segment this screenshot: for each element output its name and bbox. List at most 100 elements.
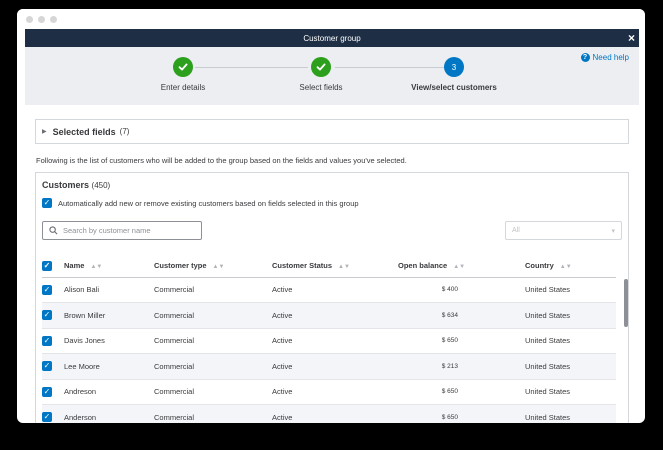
cell-balance: $ 650: [398, 379, 525, 405]
table-row[interactable]: ✓ Andreson Commercial Active $ 650 Unite…: [42, 379, 616, 405]
row-select-cell: ✓: [42, 302, 64, 329]
filters-bar: Search by customer name All ▾: [42, 221, 622, 240]
cell-type: Commercial: [154, 404, 272, 423]
table-row[interactable]: ✓ Davis Jones Commercial Active $ 650 Un…: [42, 328, 616, 354]
step-label: View/select customers: [411, 83, 497, 92]
search-input[interactable]: Search by customer name: [42, 221, 202, 240]
row-checkbox[interactable]: ✓: [42, 310, 52, 321]
cell-balance: $ 400: [398, 277, 525, 303]
cell-type: Commercial: [154, 302, 272, 329]
window-dot: [38, 15, 45, 23]
table-row[interactable]: ✓ Lee Moore Commercial Active $ 213 Unit…: [42, 353, 616, 380]
cell-name: Alison Bali: [64, 277, 154, 303]
row-checkbox[interactable]: ✓: [42, 412, 52, 423]
cell-type: Commercial: [154, 379, 272, 405]
checkmark-icon: [173, 57, 193, 77]
cell-balance: $ 650: [398, 404, 525, 423]
column-label: Name: [64, 261, 85, 271]
customers-panel: Customers (450) ✓ Automatically add new …: [35, 172, 629, 423]
row-select-cell: ✓: [42, 379, 64, 405]
cell-balance: $ 213: [398, 353, 525, 380]
column-header-name[interactable]: Name ▲▼: [64, 255, 154, 278]
customers-title: Customers: [42, 180, 90, 190]
customers-count: (450): [91, 181, 111, 190]
cell-country: United States: [525, 328, 616, 354]
step-view-select-customers: 3 View/select customers: [394, 57, 514, 92]
row-select-cell: ✓: [42, 353, 64, 380]
cell-name: Davis Jones: [64, 328, 154, 354]
sort-icon: ▲▼: [559, 264, 572, 271]
cell-type: Commercial: [154, 353, 272, 380]
info-note: Following is the list of customers who w…: [36, 156, 407, 165]
cell-country: United States: [525, 404, 616, 423]
table-scrollbar[interactable]: [624, 279, 628, 327]
browser-window: Customer group × Enter details Select fi…: [17, 9, 645, 423]
cell-country: United States: [525, 353, 616, 380]
caret-right-icon: ▶: [42, 129, 47, 135]
selected-fields-accordion[interactable]: ▶ Selected fields (7): [35, 119, 629, 144]
close-icon[interactable]: ×: [628, 31, 635, 45]
cell-status: Active: [272, 404, 398, 423]
step-enter-details: Enter details: [123, 57, 243, 92]
search-icon: [49, 226, 58, 235]
modal-body: ▶ Selected fields (7) Following is the l…: [25, 105, 639, 423]
modal-titlebar: Customer group ×: [25, 29, 639, 47]
cell-balance: $ 650: [398, 328, 525, 354]
selected-fields-count: (7): [119, 127, 130, 136]
window-chrome: [17, 9, 645, 29]
cell-type: Commercial: [154, 277, 272, 303]
row-checkbox[interactable]: ✓: [42, 386, 52, 397]
row-select-cell: ✓: [42, 328, 64, 354]
row-select-cell: ✓: [42, 277, 64, 303]
chevron-down-icon: ▾: [611, 227, 615, 235]
column-label: Customer type: [154, 261, 207, 271]
cell-status: Active: [272, 328, 398, 354]
cell-country: United States: [525, 302, 616, 329]
table-row[interactable]: ✓ Alison Bali Commercial Active $ 400 Un…: [42, 277, 616, 303]
column-header-customer-type[interactable]: Customer type ▲▼: [154, 255, 272, 278]
row-checkbox[interactable]: ✓: [42, 335, 52, 346]
checkmark-icon: [311, 57, 331, 77]
auto-update-label: Automatically add new or remove existing…: [58, 198, 359, 208]
sort-icon: ▲▼: [453, 264, 466, 271]
auto-update-option: ✓ Automatically add new or remove existi…: [42, 198, 622, 208]
modal-title: Customer group: [303, 33, 361, 43]
column-label: Customer Status: [272, 261, 333, 271]
selected-fields-title: Selected fields: [52, 126, 116, 137]
table-row[interactable]: ✓ Brown Miller Commercial Active $ 634 U…: [42, 302, 616, 329]
window-dot: [26, 15, 33, 23]
table-row[interactable]: ✓ Anderson Commercial Active $ 650 Unite…: [42, 404, 616, 423]
customers-table: ✓ Name ▲▼ Customer type ▲▼ Customer Status…: [42, 255, 616, 423]
auto-update-checkbox[interactable]: ✓: [42, 198, 52, 208]
cell-name: Andreson: [64, 379, 154, 405]
cell-name: Anderson: [64, 404, 154, 423]
search-placeholder: Search by customer name: [63, 226, 151, 235]
table-header-row: ✓ Name ▲▼ Customer type ▲▼ Customer Status…: [42, 255, 616, 278]
cell-name: Brown Miller: [64, 302, 154, 329]
customer-group-modal: Customer group × Enter details Select fi…: [25, 29, 639, 423]
sort-icon: ▲▼: [338, 264, 350, 271]
row-checkbox[interactable]: ✓: [42, 361, 52, 372]
stepper: Enter details Select fields 3 View/selec…: [25, 47, 639, 105]
customers-heading: Customers (450): [42, 180, 622, 190]
step-label: Enter details: [160, 83, 206, 92]
cell-name: Lee Moore: [64, 353, 154, 380]
window-dot: [50, 15, 57, 23]
sort-icon: ▲▼: [212, 264, 225, 271]
need-help-link[interactable]: ? Need help: [580, 53, 629, 62]
cell-country: United States: [525, 277, 616, 303]
cell-status: Active: [272, 302, 398, 329]
column-header-open-balance[interactable]: Open balance ▲▼: [398, 255, 525, 278]
cell-type: Commercial: [154, 328, 272, 354]
row-checkbox[interactable]: ✓: [42, 284, 52, 295]
filter-dropdown[interactable]: All ▾: [505, 221, 622, 240]
cell-status: Active: [272, 353, 398, 380]
column-header-country[interactable]: Country ▲▼: [525, 255, 616, 278]
question-icon: ?: [580, 53, 590, 62]
column-header-customer-status[interactable]: Customer Status ▲▼: [272, 255, 398, 278]
step-number-badge: 3: [444, 57, 464, 77]
cell-country: United States: [525, 379, 616, 405]
step-label: Select fields: [299, 83, 343, 92]
cell-status: Active: [272, 379, 398, 405]
select-all-checkbox[interactable]: ✓: [42, 260, 52, 271]
